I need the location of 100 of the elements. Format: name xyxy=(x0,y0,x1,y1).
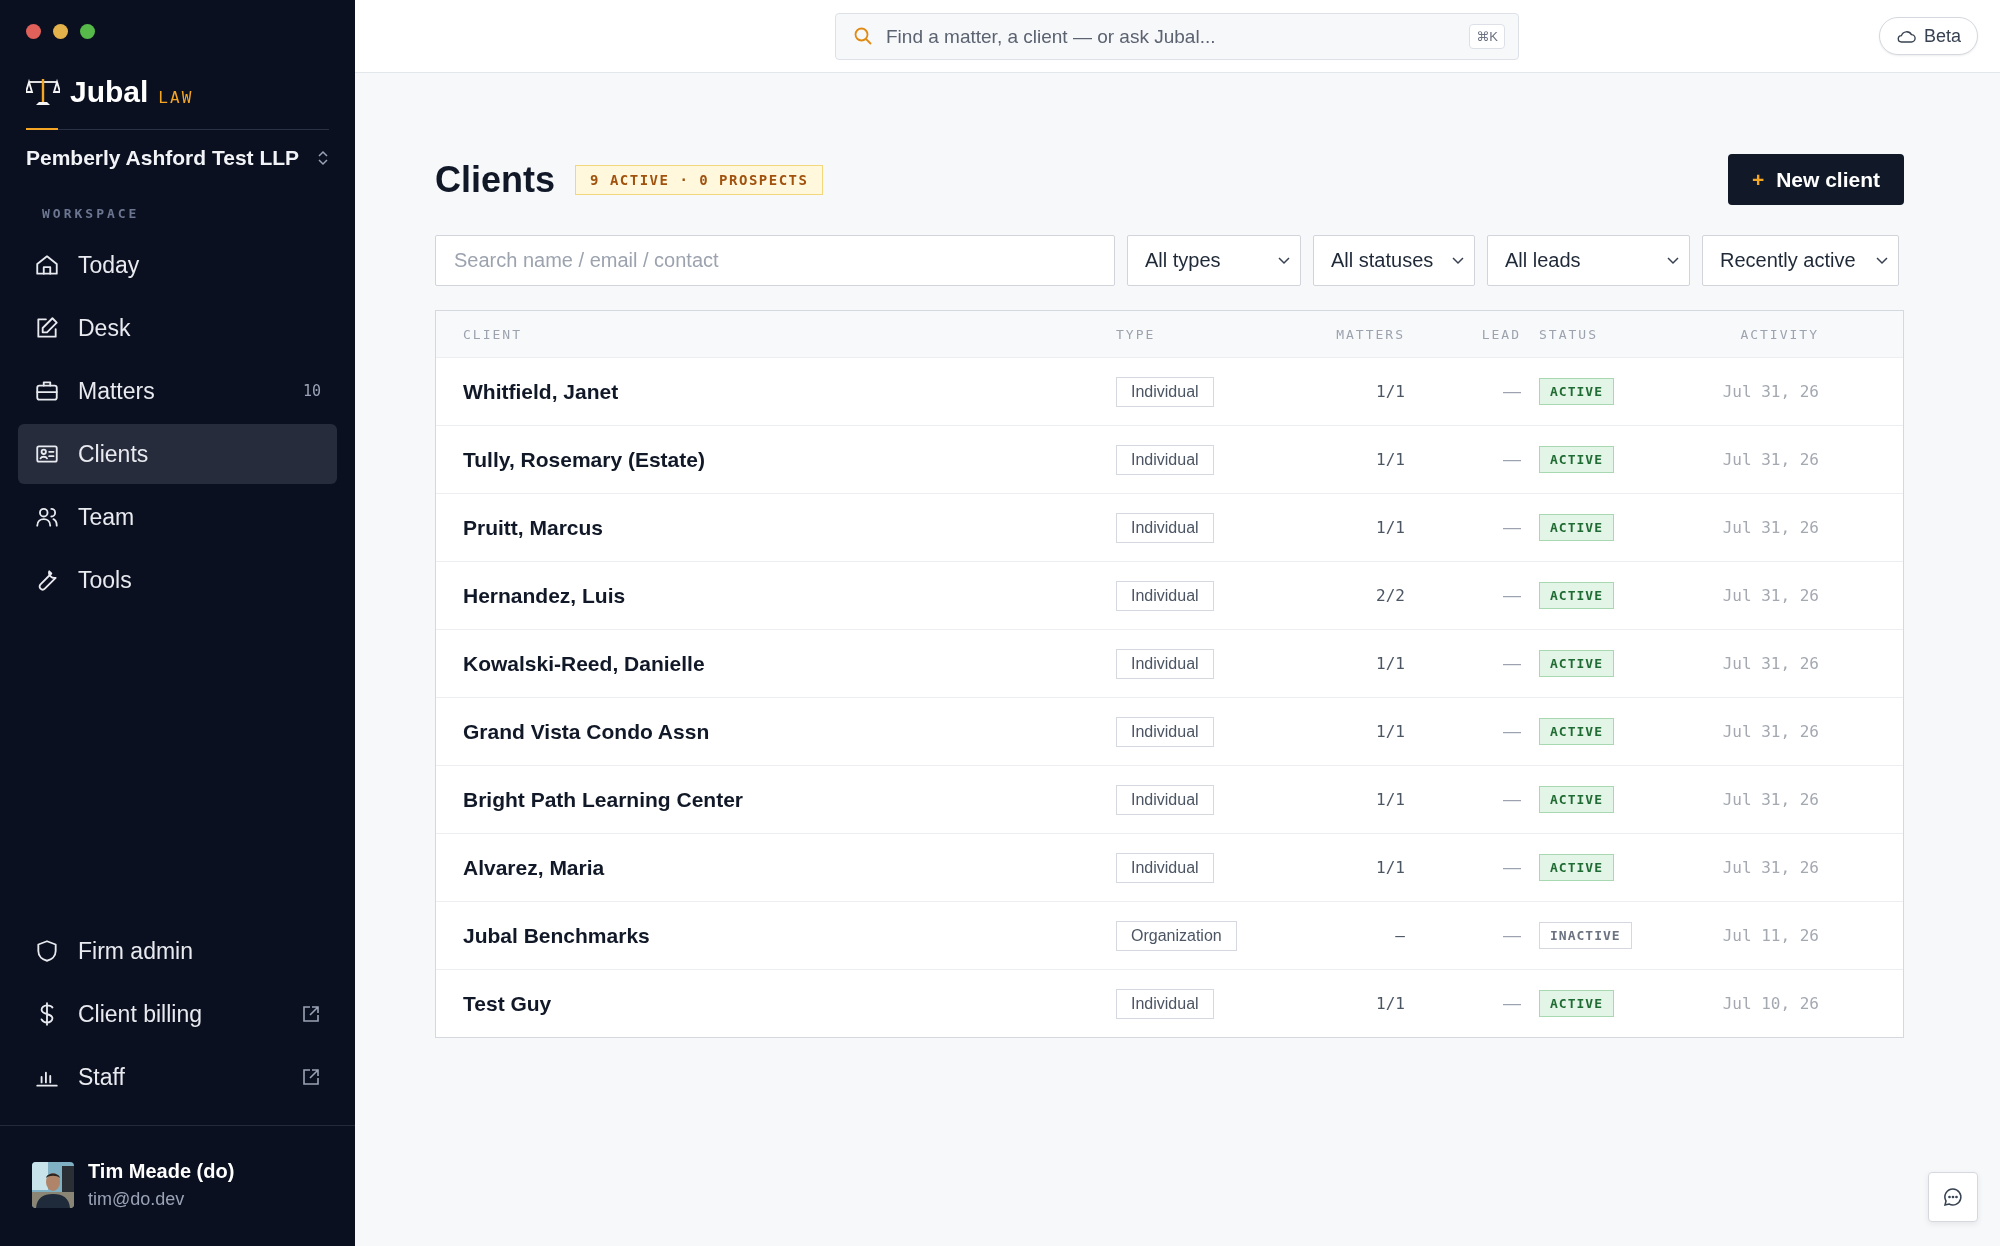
close-window-button[interactable] xyxy=(26,24,41,39)
lead-cell: — xyxy=(1503,653,1521,674)
activity-date: Jul 31, 26 xyxy=(1722,382,1819,401)
filter-dropdown[interactable]: All statuses xyxy=(1313,235,1475,286)
chat-button[interactable] xyxy=(1928,1172,1978,1222)
type-tag: Individual xyxy=(1116,784,1214,815)
status-tag: ACTIVE xyxy=(1539,990,1614,1017)
client-row[interactable]: Jubal Benchmarks Organization – — INACTIVE Jul 11, 26 xyxy=(436,902,1903,970)
matters-count: 1/1 xyxy=(1376,654,1405,673)
activity-date: Jul 31, 26 xyxy=(1722,586,1819,605)
type-tag: Individual xyxy=(1116,580,1214,611)
chevron-down-icon xyxy=(1452,256,1464,265)
client-name: Test Guy xyxy=(463,991,553,1016)
activity-date: Jul 31, 26 xyxy=(1722,790,1819,809)
activity-date: Jul 11, 26 xyxy=(1722,926,1819,945)
column-header: MATTERS xyxy=(1336,326,1405,342)
client-row[interactable]: Bright Path Learning Center Individual 1/1 — ACTIVE Jul 31, 26 xyxy=(436,766,1903,834)
status-tag: INACTIVE xyxy=(1539,922,1632,949)
shortcut-hint: ⌘K xyxy=(1469,24,1505,49)
nav-item[interactable]: Clients xyxy=(18,424,337,484)
firm-selector[interactable]: Pemberly Ashford Test LLP xyxy=(18,136,337,180)
lead-cell: — xyxy=(1503,517,1521,538)
filter-dropdown[interactable]: All leads xyxy=(1487,235,1690,286)
client-name: Tully, Rosemary (Estate) xyxy=(463,447,706,472)
page-title: Clients xyxy=(435,158,556,201)
chevron-updown-icon xyxy=(317,149,329,167)
client-row[interactable]: Alvarez, Maria Individual 1/1 — ACTIVE Jul 31, 26 xyxy=(436,834,1903,902)
shield-icon xyxy=(34,938,60,964)
user-email: tim@do.dev xyxy=(88,1189,186,1210)
column-header: LEAD xyxy=(1481,326,1521,342)
external-link-icon xyxy=(301,1067,321,1087)
lead-cell: — xyxy=(1503,449,1521,470)
new-client-button[interactable]: + New client xyxy=(1728,154,1904,205)
search-field[interactable]: Search name / email / contact xyxy=(435,235,1115,286)
nav-item[interactable]: Today xyxy=(18,235,337,295)
app-name: Jubal xyxy=(70,77,149,107)
status-tag: ACTIVE xyxy=(1539,718,1614,745)
client-name: Alvarez, Maria xyxy=(463,855,606,880)
column-header: CLIENT xyxy=(463,326,523,342)
matters-count: 1/1 xyxy=(1376,790,1405,809)
client-name: Hernandez, Luis xyxy=(463,583,627,608)
client-row[interactable]: Tully, Rosemary (Estate) Individual 1/1 — ACTIVE Jul 31, 26 xyxy=(436,426,1903,494)
nav-item[interactable]: Matters 10 xyxy=(18,361,337,421)
status-tag: ACTIVE xyxy=(1539,854,1614,881)
lead-cell: — xyxy=(1503,381,1521,402)
type-tag: Individual xyxy=(1116,988,1214,1019)
lead-cell: — xyxy=(1503,857,1521,878)
matters-count: 1/1 xyxy=(1376,994,1405,1013)
column-header: TYPE xyxy=(1116,326,1157,342)
type-tag: Individual xyxy=(1116,444,1214,475)
client-name: Kowalski-Reed, Danielle xyxy=(463,651,706,676)
matters-count: 1/1 xyxy=(1376,858,1405,877)
type-tag: Individual xyxy=(1116,648,1214,679)
client-row[interactable]: Grand Vista Condo Assn Individual 1/1 — ACTIVE Jul 31, 26 xyxy=(436,698,1903,766)
briefcase-icon xyxy=(34,378,60,404)
lead-cell: — xyxy=(1503,721,1521,742)
activity-date: Jul 31, 26 xyxy=(1722,858,1819,877)
nav-item[interactable]: Staff xyxy=(18,1047,337,1107)
type-tag: Organization xyxy=(1116,920,1237,951)
type-tag: Individual xyxy=(1116,376,1214,407)
filter-dropdown[interactable]: All types xyxy=(1127,235,1301,286)
external-link-icon xyxy=(301,1004,321,1024)
nav-item[interactable]: Tools xyxy=(18,550,337,610)
client-row[interactable]: Kowalski-Reed, Danielle Individual 1/1 — ACTIVE Jul 31, 26 xyxy=(436,630,1903,698)
lead-cell: — xyxy=(1503,585,1521,606)
chat-bubble-icon xyxy=(1942,1186,1964,1208)
nav-item[interactable]: Desk xyxy=(18,298,337,358)
matters-count: 1/1 xyxy=(1376,518,1405,537)
client-row[interactable]: Test Guy Individual 1/1 — ACTIVE Jul 10, 26 xyxy=(436,970,1903,1037)
scales-icon xyxy=(26,77,60,107)
user-name: Tim Meade (do) xyxy=(88,1160,235,1183)
edit-icon xyxy=(34,315,60,341)
filter-dropdown[interactable]: Recently active xyxy=(1702,235,1899,286)
matters-count: – xyxy=(1395,926,1405,945)
column-header: STATUS xyxy=(1538,326,1599,342)
section-label: WORKSPACE xyxy=(41,205,141,223)
client-row[interactable]: Hernandez, Luis Individual 2/2 — ACTIVE Jul 31, 26 xyxy=(436,562,1903,630)
beta-button[interactable]: Beta xyxy=(1878,17,1978,55)
count-label: 10 xyxy=(302,382,321,400)
status-tag: ACTIVE xyxy=(1539,650,1614,677)
app-tag: LAW xyxy=(158,87,194,107)
nav-item[interactable]: Client billing xyxy=(18,984,337,1044)
status-tag: ACTIVE xyxy=(1539,446,1614,473)
client-row[interactable]: Pruitt, Marcus Individual 1/1 — ACTIVE Jul 31, 26 xyxy=(436,494,1903,562)
client-name: Pruitt, Marcus xyxy=(463,515,605,540)
type-tag: Individual xyxy=(1116,716,1214,747)
activity-date: Jul 31, 26 xyxy=(1722,518,1819,537)
nav-item[interactable]: Team xyxy=(18,487,337,547)
minimize-window-button[interactable] xyxy=(53,24,68,39)
nav-item[interactable]: Firm admin xyxy=(18,921,337,981)
type-tag: Individual xyxy=(1116,852,1214,883)
activity-date: Jul 31, 26 xyxy=(1722,450,1819,469)
client-row[interactable]: Whitfield, Janet Individual 1/1 — ACTIVE Jul 31, 26 xyxy=(436,358,1903,426)
chevron-down-icon xyxy=(1278,256,1290,265)
status-tag: ACTIVE xyxy=(1539,514,1614,541)
type-tag: Individual xyxy=(1116,512,1214,543)
matters-count: 2/2 xyxy=(1376,586,1405,605)
activity-date: Jul 10, 26 xyxy=(1722,994,1819,1013)
matters-count: 1/1 xyxy=(1376,450,1405,469)
maximize-window-button[interactable] xyxy=(80,24,95,39)
